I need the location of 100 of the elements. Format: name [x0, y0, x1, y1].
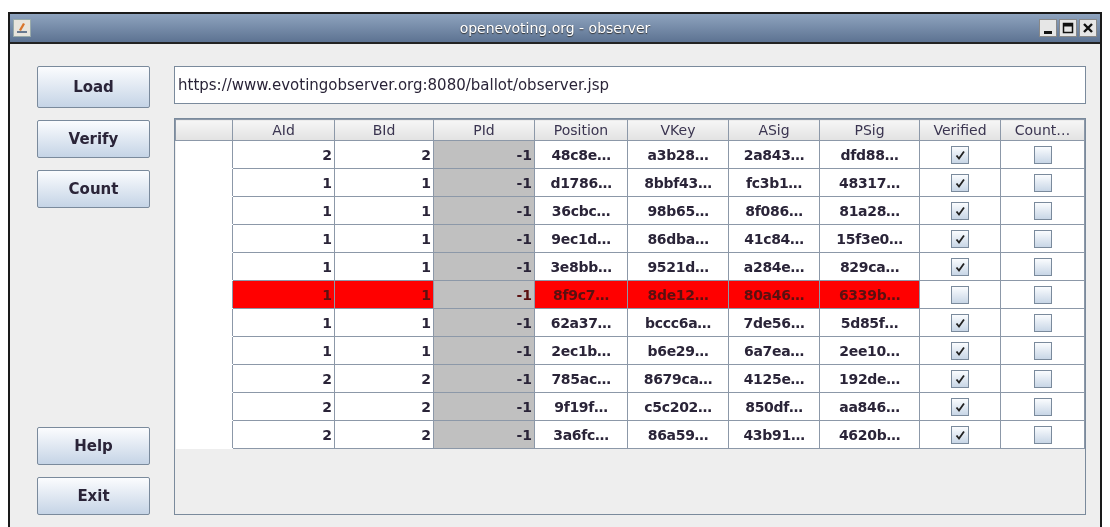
checkbox[interactable]	[1033, 425, 1052, 444]
checkbox[interactable]	[951, 257, 969, 276]
close-button[interactable]	[1079, 19, 1097, 37]
action-button[interactable]: Exit	[37, 477, 150, 515]
table-cell: 785ac…	[534, 364, 628, 393]
checkbox[interactable]	[1033, 285, 1052, 304]
table-cell: 1	[334, 308, 434, 337]
table-cell: 2	[232, 420, 335, 449]
table-cell: 2a843…	[728, 140, 820, 169]
check-icon	[954, 400, 966, 413]
table-cell: 7de56…	[728, 308, 820, 337]
checkbox[interactable]	[951, 145, 969, 164]
checkbox[interactable]	[951, 201, 969, 220]
table-cell: 9521d…	[627, 252, 729, 281]
table-cell: 1	[232, 280, 335, 309]
table-cell: 2ee10…	[819, 336, 920, 365]
table-cell: 86a59…	[627, 420, 729, 449]
checkbox[interactable]	[1033, 201, 1052, 220]
check-icon	[954, 316, 966, 329]
table-cell: 1	[232, 224, 335, 253]
table-cell: a3b28…	[627, 140, 729, 169]
checkbox[interactable]	[951, 425, 969, 444]
checkbox[interactable]	[951, 313, 969, 332]
table-cell: 1	[232, 168, 335, 197]
table-cell: 1	[334, 224, 434, 253]
column-header: Verified	[919, 119, 1001, 141]
check-icon	[954, 176, 966, 189]
checkbox[interactable]	[951, 397, 969, 416]
checkbox[interactable]	[1033, 313, 1052, 332]
checkbox[interactable]	[1033, 229, 1052, 248]
table-cell: 1	[334, 196, 434, 225]
checkbox[interactable]	[1033, 397, 1052, 416]
checkbox[interactable]	[951, 285, 969, 304]
table-cell: 829ca…	[819, 252, 920, 281]
table-cell: 3a6fc…	[534, 420, 628, 449]
action-button[interactable]: Count	[37, 170, 150, 208]
table-cell: 1	[232, 252, 335, 281]
action-button[interactable]: Help	[37, 427, 150, 465]
table-cell: 2	[232, 140, 335, 169]
minimize-button[interactable]	[1039, 19, 1057, 37]
column-header: Position	[534, 119, 628, 141]
maximize-button[interactable]	[1059, 19, 1077, 37]
table-cell: fc3b1…	[728, 168, 820, 197]
url-field[interactable]: https://www.evotingobserver.org:8080/ballot/observer.jsp	[174, 66, 1086, 104]
check-icon	[954, 232, 966, 245]
checkbox[interactable]	[951, 369, 969, 388]
minimize-icon	[1044, 30, 1052, 34]
table-cell: 2	[334, 364, 434, 393]
table-cell: 62a37…	[534, 308, 628, 337]
table-cell: 41c84…	[728, 224, 820, 253]
table-cell: -1	[433, 252, 535, 281]
table-cell: 1	[334, 336, 434, 365]
checkbox[interactable]	[1033, 369, 1052, 388]
table-cell: 86dba…	[627, 224, 729, 253]
table-cell: 43b91…	[728, 420, 820, 449]
table-cell: -1	[433, 308, 535, 337]
table-cell: 48317…	[819, 168, 920, 197]
table-cell: d1786…	[534, 168, 628, 197]
check-icon	[954, 372, 966, 385]
table-cell: 1	[334, 280, 434, 309]
checkbox[interactable]	[1033, 257, 1052, 276]
table-cell: -1	[433, 140, 535, 169]
table-cell: 6339b…	[819, 280, 920, 309]
table-cell: 15f3e0…	[819, 224, 920, 253]
table-cell: 80a46…	[728, 280, 820, 309]
table-cell: 2ec1b…	[534, 336, 628, 365]
table-cell: -1	[433, 280, 535, 309]
column-header: Count…	[1000, 119, 1085, 141]
table-cell: 1	[334, 168, 434, 197]
table-cell: 8679ca…	[627, 364, 729, 393]
table-cell: 9f19f…	[534, 392, 628, 421]
table-cell: -1	[433, 196, 535, 225]
table-cell: 2	[334, 420, 434, 449]
table-cell: 8de12…	[627, 280, 729, 309]
action-button[interactable]: Verify	[37, 120, 150, 158]
check-icon	[954, 428, 966, 441]
table-cell: 1	[232, 196, 335, 225]
table-cell: -1	[433, 420, 535, 449]
checkbox[interactable]	[1033, 173, 1052, 192]
checkbox[interactable]	[951, 341, 969, 360]
table-cell: 98b65…	[627, 196, 729, 225]
table-cell: 9ec1d…	[534, 224, 628, 253]
column-header: ASig	[728, 119, 820, 141]
table-cell: 3e8bb…	[534, 252, 628, 281]
checkbox[interactable]	[1033, 341, 1052, 360]
action-button[interactable]: Load	[37, 66, 150, 108]
table-cell: 5d85f…	[819, 308, 920, 337]
window-title: openevoting.org - observer	[458, 20, 652, 36]
column-header: BId	[334, 119, 434, 141]
table-cell: bccc6a…	[627, 308, 729, 337]
checkbox[interactable]	[951, 173, 969, 192]
column-header: VKey	[627, 119, 729, 141]
checkbox[interactable]	[951, 229, 969, 248]
table-cell: 1	[334, 252, 434, 281]
check-icon	[954, 260, 966, 273]
table-cell: -1	[433, 168, 535, 197]
table-cell: b6e29…	[627, 336, 729, 365]
table-cell: dfd88…	[819, 140, 920, 169]
table-cell: -1	[433, 364, 535, 393]
checkbox[interactable]	[1033, 145, 1052, 164]
